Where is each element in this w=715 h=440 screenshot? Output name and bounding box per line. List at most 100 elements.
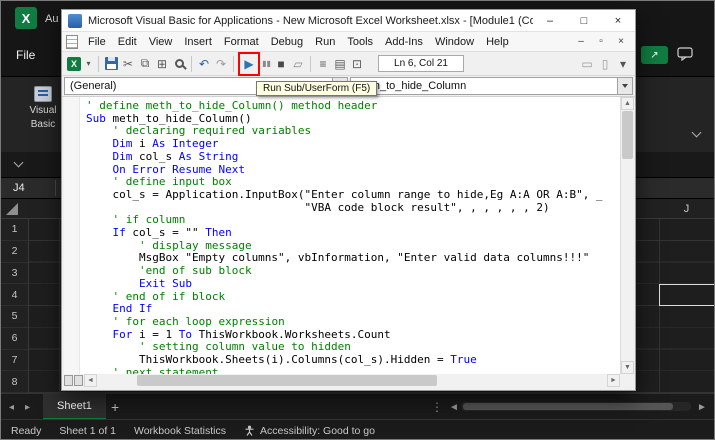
sheet-tab-sheet1[interactable]: Sheet1: [43, 394, 106, 420]
code-vertical-scrollbar[interactable]: ▲ ▼: [620, 97, 634, 374]
formula-bar-divider: [55, 180, 56, 196]
menu-edit[interactable]: Edit: [112, 34, 143, 50]
code-editor[interactable]: ' define meth_to_hide_Column() method he…: [64, 97, 620, 374]
vba-title-bar[interactable]: Microsoft Visual Basic for Applications …: [62, 10, 635, 32]
file-tab[interactable]: File: [16, 48, 35, 62]
code-line: ' next statement: [112, 365, 219, 374]
visual-basic-icon: [34, 86, 52, 102]
sheet-nav-right-icon[interactable]: ▸: [25, 394, 30, 420]
row-header[interactable]: 5: [1, 306, 28, 328]
row-header[interactable]: 8: [1, 371, 28, 393]
name-box[interactable]: J4: [1, 182, 55, 194]
watch-window-icon[interactable]: ▭: [579, 55, 595, 73]
vba-app-icon: [68, 13, 82, 28]
redo-icon[interactable]: ↷: [213, 55, 229, 73]
excel-window: X Au File ↗ Visual Basic J4 J 12345678 ◂…: [0, 0, 715, 440]
undo-icon[interactable]: ↶: [196, 55, 212, 73]
add-sheet-button[interactable]: +: [111, 394, 119, 420]
scroll-left-icon[interactable]: ◄: [84, 374, 97, 387]
caret-down-icon[interactable]: ▾: [83, 55, 94, 73]
status-mode: Ready: [11, 424, 42, 437]
toolbar-separator: [191, 55, 192, 72]
menu-file[interactable]: File: [82, 34, 112, 50]
sheet-more-icon[interactable]: ⋮: [431, 394, 443, 420]
menu-debug[interactable]: Debug: [265, 34, 309, 50]
column-header-j[interactable]: J: [659, 199, 714, 219]
menu-addins[interactable]: Add-Ins: [379, 34, 429, 50]
scrollbar-thumb[interactable]: [137, 375, 437, 386]
child-minimize-button[interactable]: –: [571, 34, 591, 50]
scroll-up-icon[interactable]: ▲: [621, 97, 634, 110]
row-headers: 12345678: [1, 219, 29, 393]
scrollbar-thumb[interactable]: [622, 111, 633, 159]
code-pane[interactable]: ' define meth_to_hide_Column() method he…: [64, 97, 620, 374]
workbook-statistics[interactable]: Workbook Statistics: [134, 425, 226, 437]
row-header[interactable]: 2: [1, 241, 28, 263]
split-box[interactable]: [74, 375, 83, 386]
split-box[interactable]: [64, 375, 73, 386]
sheet-nav-left-icon[interactable]: ◂: [9, 394, 14, 420]
find-icon[interactable]: [171, 55, 187, 73]
toolbar-options-icon[interactable]: ▾: [615, 55, 631, 73]
menu-view[interactable]: View: [143, 34, 179, 50]
immediate-window-icon[interactable]: ▯: [597, 55, 613, 73]
object-browser-icon[interactable]: ⊡: [349, 55, 365, 73]
toolbar-separator: [310, 55, 311, 72]
hscroll-right-icon[interactable]: ►: [697, 394, 707, 420]
procedure-dropdown[interactable]: meth_to_hide_Column: [349, 77, 633, 95]
run-button-highlight-box: ▶: [238, 51, 260, 76]
collapse-ribbon-icon[interactable]: [13, 157, 24, 168]
reset-icon[interactable]: ■: [273, 55, 289, 73]
child-restore-button[interactable]: ▫: [591, 34, 611, 50]
row-header[interactable]: 4: [1, 284, 28, 306]
cut-icon[interactable]: ✂: [120, 55, 136, 73]
scrollbar-corner: [620, 374, 633, 387]
properties-window-icon[interactable]: ▤: [332, 55, 348, 73]
visual-basic-label-2: Basic: [30, 119, 56, 130]
vba-toolbar: X ▾ ✂ ⧉ ⊞ ↶ ↷ ▶ ▮▮ ■ ▱ ≡ ▤ ⊡ Ln 6, Col 21 ▭ ▯ ▾: [62, 51, 635, 76]
row-header[interactable]: 7: [1, 350, 28, 372]
break-icon[interactable]: ▮▮: [261, 55, 272, 73]
scrollbar-thumb[interactable]: [463, 403, 673, 410]
menu-insert[interactable]: Insert: [178, 34, 218, 50]
hscroll-left-icon[interactable]: ◄: [449, 394, 459, 420]
paste-icon[interactable]: ⊞: [154, 55, 170, 73]
select-all-button[interactable]: [6, 203, 18, 215]
active-cell-j4[interactable]: [659, 284, 714, 306]
module-icon[interactable]: [66, 34, 78, 49]
vba-window-title: Microsoft Visual Basic for Applications …: [88, 14, 533, 27]
gridline: [659, 219, 660, 393]
save-icon[interactable]: [103, 55, 119, 73]
menu-run[interactable]: Run: [309, 34, 341, 50]
accessibility-status[interactable]: Accessibility: Good to go: [244, 425, 375, 437]
design-mode-icon[interactable]: ▱: [290, 55, 306, 73]
project-explorer-icon[interactable]: ≡: [315, 55, 331, 73]
gridline: [59, 219, 60, 393]
menu-format[interactable]: Format: [218, 34, 265, 50]
child-close-button[interactable]: ×: [611, 34, 631, 50]
code-horizontal-scrollbar[interactable]: ◄ ►: [64, 374, 620, 387]
run-tooltip: Run Sub/UserForm (F5): [256, 81, 378, 96]
menu-help[interactable]: Help: [480, 34, 515, 50]
run-icon[interactable]: ▶: [241, 55, 257, 73]
scroll-right-icon[interactable]: ►: [607, 374, 620, 387]
accessibility-icon: [245, 425, 254, 436]
view-excel-icon[interactable]: X: [66, 55, 82, 73]
status-sheet-count[interactable]: Sheet 1 of 1: [59, 425, 116, 437]
copy-icon[interactable]: ⧉: [137, 55, 153, 73]
excel-horizontal-scrollbar[interactable]: [461, 402, 691, 411]
row-header[interactable]: 6: [1, 328, 28, 350]
close-button[interactable]: ×: [601, 10, 635, 31]
minimize-button[interactable]: –: [533, 10, 567, 31]
menu-tools[interactable]: Tools: [341, 34, 379, 50]
status-bar: Ready Sheet 1 of 1 Workbook Statistics A…: [1, 419, 714, 439]
comments-icon[interactable]: [677, 47, 693, 66]
chevron-down-icon[interactable]: [617, 78, 632, 94]
row-header[interactable]: 3: [1, 263, 28, 285]
share-button[interactable]: ↗: [641, 46, 668, 64]
maximize-button[interactable]: □: [567, 10, 601, 31]
scroll-down-icon[interactable]: ▼: [621, 361, 634, 374]
menu-window[interactable]: Window: [429, 34, 480, 50]
row-header[interactable]: 1: [1, 219, 28, 241]
cursor-position-indicator: Ln 6, Col 21: [378, 55, 464, 72]
